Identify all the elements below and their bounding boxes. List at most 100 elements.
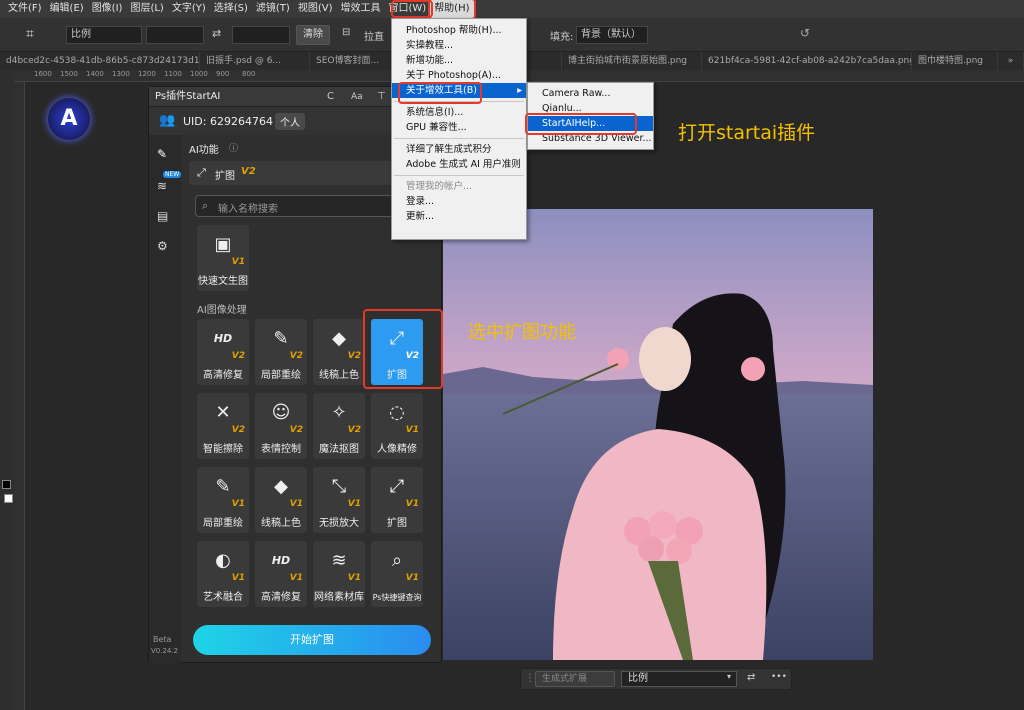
- panel-sidebar: ✎ ≋ NEW ▤ ⚙ Beta V0.24.2: [149, 135, 182, 663]
- tile-asset-library[interactable]: ≋ V1 网络素材库: [313, 541, 365, 607]
- menu-image[interactable]: 图像(I): [88, 0, 127, 18]
- tile-version: V1: [405, 425, 419, 435]
- tile-hd-repair-v2[interactable]: HD V2 高清修复: [197, 319, 249, 385]
- tile-expand-v1[interactable]: ⤢ V1 扩图: [371, 467, 423, 533]
- reset-icon[interactable]: ↺: [800, 26, 810, 40]
- tile-label: 网络素材库: [314, 592, 364, 603]
- ruler-tick: 1600: [34, 70, 52, 78]
- height-field[interactable]: [232, 26, 290, 44]
- tab-doc-2[interactable]: 旧振手.psd @ 6...: [200, 52, 310, 70]
- sidebar-settings-icon[interactable]: ⚙: [157, 239, 168, 253]
- uid-label: UID: 629264764: [183, 115, 273, 128]
- straighten-icon[interactable]: ⊟: [342, 27, 350, 38]
- tile-lossless-upscale[interactable]: ⤡ V1 无损放大: [313, 467, 365, 533]
- menu-item-credits[interactable]: 详细了解生成式积分: [392, 142, 526, 157]
- help-dropdown: Photoshop 帮助(H)... 实操教程... 新增功能... 关于 Ph…: [391, 18, 527, 240]
- tile-hd-repair-v1[interactable]: HD V1 高清修复: [255, 541, 307, 607]
- menu-view[interactable]: 视图(V): [294, 0, 337, 18]
- tab-doc-5[interactable]: 博主街拍城市街景原始图.png: [562, 52, 702, 70]
- clear-button[interactable]: 清除: [296, 25, 330, 45]
- tile-label: 智能擦除: [203, 444, 243, 455]
- menu-item-ps-help[interactable]: Photoshop 帮助(H)...: [392, 23, 526, 38]
- fill-select[interactable]: 背景（默认）: [576, 26, 648, 44]
- background-color-swatch[interactable]: [4, 494, 13, 503]
- menu-select[interactable]: 选择(S): [210, 0, 252, 18]
- start-expand-button[interactable]: 开始扩图: [193, 625, 431, 655]
- contextual-taskbar: ⋮ 生成式扩展 比例 ▾ ⇄ •••: [520, 668, 792, 690]
- menu-filter[interactable]: 滤镜(T): [252, 0, 294, 18]
- submenu-arrow-icon: ▸: [517, 85, 522, 96]
- menu-item-tutorials[interactable]: 实操教程...: [392, 38, 526, 53]
- sidebar-ai-icon[interactable]: ✎: [157, 147, 167, 161]
- tile-label: 线稿上色: [261, 518, 301, 529]
- tile-art-fusion[interactable]: ◐ V1 艺术融合: [197, 541, 249, 607]
- tab-doc-3[interactable]: SEO博客封面...: [310, 52, 392, 70]
- ratio-select[interactable]: 比例: [66, 26, 142, 44]
- menu-file[interactable]: 文件(F): [4, 0, 46, 18]
- refresh-icon[interactable]: C: [327, 87, 334, 107]
- tile-line-color-v2[interactable]: ◆ V2 线稿上色: [313, 319, 365, 385]
- width-field[interactable]: [146, 26, 204, 44]
- menu-item-gpu[interactable]: GPU 兼容性...: [392, 120, 526, 135]
- pin-icon[interactable]: ⊤: [377, 87, 386, 107]
- ruler-tick: 1200: [138, 70, 156, 78]
- crop-icon[interactable]: ⌗: [26, 26, 34, 42]
- tile-version: V2: [231, 351, 245, 361]
- menu-layer[interactable]: 图层(L): [126, 0, 167, 18]
- ruler-tick: 1500: [60, 70, 78, 78]
- tab-doc-7[interactable]: 图巾楼特图.png: [912, 52, 998, 70]
- chevron-down-icon: ▾: [727, 672, 732, 681]
- more-options-icon[interactable]: •••: [771, 672, 787, 682]
- generative-expand-button[interactable]: 生成式扩展: [535, 671, 615, 687]
- menu-item-whats-new[interactable]: 新增功能...: [392, 53, 526, 68]
- foreground-color-swatch[interactable]: [2, 480, 11, 489]
- startai-logo-icon[interactable]: A: [48, 98, 90, 140]
- tile-line-color-v1[interactable]: ◆ V1 线稿上色: [255, 467, 307, 533]
- font-size-icon[interactable]: Aa: [351, 87, 363, 107]
- highlight-help-menu: [391, 0, 433, 18]
- menu-item-ai-guidelines[interactable]: Adobe 生成式 AI 用户准则: [392, 157, 526, 172]
- annotation-select-expand: 选中扩图功能: [468, 322, 576, 343]
- menu-help[interactable]: 帮助(H): [428, 0, 476, 20]
- menu-item-updates[interactable]: 更新...: [392, 209, 526, 224]
- tile-inpaint-v2[interactable]: ✎ V2 局部重绘: [255, 319, 307, 385]
- expand-icon: ⤢: [197, 166, 206, 179]
- menu-plugins[interactable]: 增效工具: [336, 0, 384, 18]
- canvas-photo: [443, 209, 873, 660]
- menu-type[interactable]: 文字(Y): [168, 0, 210, 18]
- tile-shortcut-lookup[interactable]: ⌕ V1 Ps快捷键查询: [371, 541, 423, 607]
- tile-version: V2: [347, 425, 361, 435]
- tile-inpaint-v1[interactable]: ✎ V1 局部重绘: [197, 467, 249, 533]
- ratio-dropdown[interactable]: 比例: [621, 671, 737, 687]
- feature-version: V2: [241, 166, 256, 177]
- menu-bar: 文件(F) 编辑(E) 图像(I) 图层(L) 文字(Y) 选择(S) 滤镜(T…: [0, 0, 1024, 20]
- sidebar-layers-icon[interactable]: ≋: [157, 179, 167, 193]
- drag-handle-icon[interactable]: ⋮: [525, 673, 535, 684]
- sidebar-doc-icon[interactable]: ▤: [157, 209, 168, 223]
- menu-item-about-ps[interactable]: 关于 Photoshop(A)...: [392, 68, 526, 83]
- straighten-label: 拉直: [364, 32, 384, 43]
- tile-label: 表情控制: [261, 444, 301, 455]
- tile-label: 艺术融合: [203, 592, 243, 603]
- tab-doc-1[interactable]: d4bced2c-4538-41db-86b5-c873d24173d1.jpg: [0, 52, 200, 70]
- tile-version: V1: [231, 499, 245, 509]
- paint-bucket-icon: ◆: [274, 476, 288, 497]
- submenu-camera-raw[interactable]: Camera Raw...: [528, 86, 653, 101]
- account-badge[interactable]: 个人: [275, 113, 305, 130]
- tile-expression-control[interactable]: ☺ V2 表情控制: [255, 393, 307, 459]
- menu-edit[interactable]: 编辑(E): [46, 0, 88, 18]
- swap-ratio-icon[interactable]: ⇄: [747, 672, 755, 683]
- tile-quick-text-to-image[interactable]: ▣ V1 快速文生图: [197, 225, 249, 291]
- info-icon[interactable]: ⓘ: [229, 141, 238, 154]
- menu-item-system-info[interactable]: 系统信息(I)...: [392, 105, 526, 120]
- tile-portrait-retouch[interactable]: ◌ V1 人像精修: [371, 393, 423, 459]
- tile-magic-cutout[interactable]: ✧ V2 魔法抠图: [313, 393, 365, 459]
- swap-icon[interactable]: ⇄: [212, 27, 221, 40]
- tile-label: 快速文生图: [198, 276, 248, 287]
- section-title: AI图像处理: [197, 305, 247, 316]
- menu-item-sign-in[interactable]: 登录...: [392, 194, 526, 209]
- tile-smart-erase[interactable]: ✕ V2 智能擦除: [197, 393, 249, 459]
- annotation-open-plugin: 打开startai插件: [678, 122, 816, 144]
- tab-doc-6[interactable]: 621bf4ca-5981-42cf-ab08-a242b7ca5daa.png: [702, 52, 912, 70]
- tabs-overflow-icon[interactable]: »: [998, 52, 1024, 70]
